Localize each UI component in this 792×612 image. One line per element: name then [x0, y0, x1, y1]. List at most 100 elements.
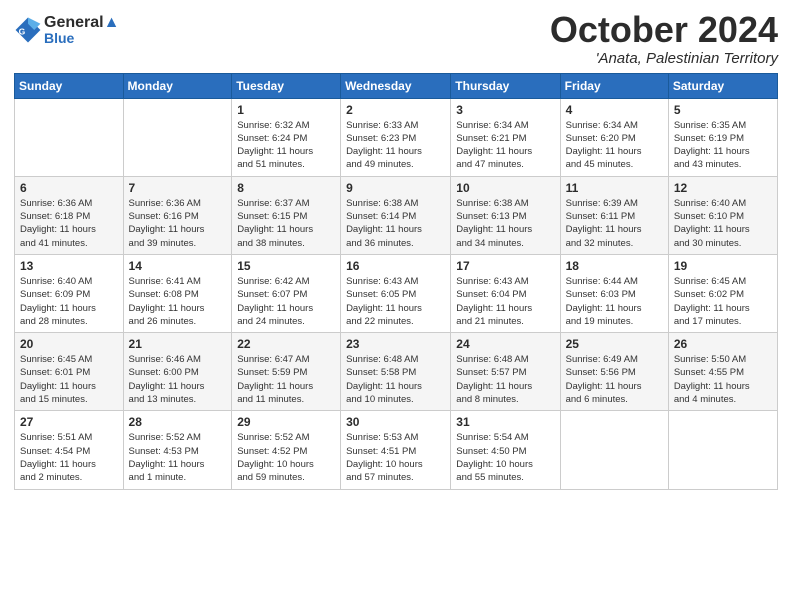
- title-block: October 2024 'Anata, Palestinian Territo…: [550, 10, 778, 67]
- day-info: Sunrise: 6:45 AM Sunset: 6:01 PM Dayligh…: [20, 353, 118, 406]
- day-info: Sunrise: 6:34 AM Sunset: 6:20 PM Dayligh…: [566, 119, 663, 172]
- month-title: October 2024: [550, 10, 778, 50]
- day-number: 6: [20, 181, 118, 195]
- calendar-cell-w5-d1: 27 Sunrise: 5:51 AM Sunset: 4:54 PM Dayli…: [15, 411, 124, 489]
- day-number: 4: [566, 103, 663, 117]
- day-number: 23: [346, 337, 445, 351]
- day-info: Sunrise: 6:36 AM Sunset: 6:18 PM Dayligh…: [20, 197, 118, 250]
- calendar-cell-w3-d3: 15 Sunrise: 6:42 AM Sunset: 6:07 PM Dayli…: [232, 254, 341, 332]
- calendar-cell-w4-d4: 23 Sunrise: 6:48 AM Sunset: 5:58 PM Dayli…: [341, 333, 451, 411]
- calendar-cell-w2-d3: 8 Sunrise: 6:37 AM Sunset: 6:15 PM Daylig…: [232, 176, 341, 254]
- day-number: 18: [566, 259, 663, 273]
- day-number: 25: [566, 337, 663, 351]
- day-number: 27: [20, 415, 118, 429]
- day-number: 5: [674, 103, 772, 117]
- calendar-cell-w3-d1: 13Sunrise: 6:40 AM Sunset: 6:09 PM Dayli…: [15, 254, 124, 332]
- calendar-cell-w3-d4: 16 Sunrise: 6:43 AM Sunset: 6:05 PM Dayli…: [341, 254, 451, 332]
- day-info: Sunrise: 6:42 AM Sunset: 6:07 PM Dayligh…: [237, 275, 335, 328]
- day-info: Sunrise: 6:34 AM Sunset: 6:21 PM Dayligh…: [456, 119, 554, 172]
- day-info: Sunrise: 6:45 AM Sunset: 6:02 PM Dayligh…: [674, 275, 772, 328]
- day-info: Sunrise: 6:39 AM Sunset: 6:11 PM Dayligh…: [566, 197, 663, 250]
- day-number: 2: [346, 103, 445, 117]
- day-info: Sunrise: 6:46 AM Sunset: 6:00 PM Dayligh…: [129, 353, 227, 406]
- day-info: Sunrise: 6:48 AM Sunset: 5:57 PM Dayligh…: [456, 353, 554, 406]
- day-info: Sunrise: 6:40 AM Sunset: 6:09 PM Dayligh…: [20, 275, 118, 328]
- day-number: 15: [237, 259, 335, 273]
- svg-text:G: G: [19, 27, 26, 37]
- day-number: 9: [346, 181, 445, 195]
- day-info: Sunrise: 6:35 AM Sunset: 6:19 PM Dayligh…: [674, 119, 772, 172]
- day-number: 28: [129, 415, 227, 429]
- calendar-cell-w1-d5: 3 Sunrise: 6:34 AM Sunset: 6:21 PM Daylig…: [451, 98, 560, 176]
- day-info: Sunrise: 6:43 AM Sunset: 6:04 PM Dayligh…: [456, 275, 554, 328]
- calendar-cell-w2-d4: 9Sunrise: 6:38 AM Sunset: 6:14 PM Daylig…: [341, 176, 451, 254]
- calendar-cell-w4-d5: 24 Sunrise: 6:48 AM Sunset: 5:57 PM Dayli…: [451, 333, 560, 411]
- calendar-cell-w3-d7: 19 Sunrise: 6:45 AM Sunset: 6:02 PM Dayli…: [668, 254, 777, 332]
- day-number: 1: [237, 103, 335, 117]
- day-number: 29: [237, 415, 335, 429]
- calendar-cell-w5-d6: [560, 411, 668, 489]
- day-info: Sunrise: 6:41 AM Sunset: 6:08 PM Dayligh…: [129, 275, 227, 328]
- day-info: Sunrise: 6:47 AM Sunset: 5:59 PM Dayligh…: [237, 353, 335, 406]
- day-info: Sunrise: 5:53 AM Sunset: 4:51 PM Dayligh…: [346, 431, 445, 484]
- day-number: 8: [237, 181, 335, 195]
- logo-text: General▲ Blue: [44, 14, 119, 46]
- day-info: Sunrise: 5:52 AM Sunset: 4:52 PM Dayligh…: [237, 431, 335, 484]
- calendar-cell-w1-d7: 5 Sunrise: 6:35 AM Sunset: 6:19 PM Daylig…: [668, 98, 777, 176]
- calendar-table: Sunday Monday Tuesday Wednesday Thursday…: [14, 73, 778, 490]
- day-info: Sunrise: 6:40 AM Sunset: 6:10 PM Dayligh…: [674, 197, 772, 250]
- calendar-cell-w5-d7: [668, 411, 777, 489]
- calendar-week-5: 27 Sunrise: 5:51 AM Sunset: 4:54 PM Dayli…: [15, 411, 778, 489]
- calendar-cell-w2-d2: 7 Sunrise: 6:36 AM Sunset: 6:16 PM Daylig…: [123, 176, 232, 254]
- day-number: 3: [456, 103, 554, 117]
- col-thursday: Thursday: [451, 73, 560, 98]
- day-number: 7: [129, 181, 227, 195]
- day-number: 26: [674, 337, 772, 351]
- day-number: 24: [456, 337, 554, 351]
- day-info: Sunrise: 6:48 AM Sunset: 5:58 PM Dayligh…: [346, 353, 445, 406]
- calendar-cell-w1-d6: 4 Sunrise: 6:34 AM Sunset: 6:20 PM Daylig…: [560, 98, 668, 176]
- page: G General▲ Blue October 2024 'Anata, Pal…: [0, 0, 792, 612]
- header: G General▲ Blue October 2024 'Anata, Pal…: [14, 10, 778, 67]
- day-number: 30: [346, 415, 445, 429]
- col-friday: Friday: [560, 73, 668, 98]
- day-number: 16: [346, 259, 445, 273]
- day-info: Sunrise: 5:51 AM Sunset: 4:54 PM Dayligh…: [20, 431, 118, 484]
- logo-icon: G: [14, 16, 42, 44]
- day-number: 17: [456, 259, 554, 273]
- calendar-cell-w4-d3: 22Sunrise: 6:47 AM Sunset: 5:59 PM Dayli…: [232, 333, 341, 411]
- day-info: Sunrise: 5:52 AM Sunset: 4:53 PM Dayligh…: [129, 431, 227, 484]
- calendar-header-row: Sunday Monday Tuesday Wednesday Thursday…: [15, 73, 778, 98]
- calendar-cell-w3-d6: 18 Sunrise: 6:44 AM Sunset: 6:03 PM Dayli…: [560, 254, 668, 332]
- calendar-cell-w1-d3: 1 Sunrise: 6:32 AM Sunset: 6:24 PM Daylig…: [232, 98, 341, 176]
- day-info: Sunrise: 6:37 AM Sunset: 6:15 PM Dayligh…: [237, 197, 335, 250]
- day-info: Sunrise: 6:36 AM Sunset: 6:16 PM Dayligh…: [129, 197, 227, 250]
- calendar-cell-w5-d4: 30 Sunrise: 5:53 AM Sunset: 4:51 PM Dayli…: [341, 411, 451, 489]
- col-tuesday: Tuesday: [232, 73, 341, 98]
- col-wednesday: Wednesday: [341, 73, 451, 98]
- calendar-cell-w3-d2: 14 Sunrise: 6:41 AM Sunset: 6:08 PM Dayli…: [123, 254, 232, 332]
- day-number: 19: [674, 259, 772, 273]
- day-info: Sunrise: 6:32 AM Sunset: 6:24 PM Dayligh…: [237, 119, 335, 172]
- day-number: 14: [129, 259, 227, 273]
- day-info: Sunrise: 6:49 AM Sunset: 5:56 PM Dayligh…: [566, 353, 663, 406]
- calendar-week-2: 6 Sunrise: 6:36 AM Sunset: 6:18 PM Daylig…: [15, 176, 778, 254]
- calendar-cell-w2-d1: 6 Sunrise: 6:36 AM Sunset: 6:18 PM Daylig…: [15, 176, 124, 254]
- day-number: 11: [566, 181, 663, 195]
- calendar-cell-w2-d6: 11 Sunrise: 6:39 AM Sunset: 6:11 PM Dayli…: [560, 176, 668, 254]
- calendar-cell-w2-d5: 10Sunrise: 6:38 AM Sunset: 6:13 PM Dayli…: [451, 176, 560, 254]
- calendar-week-3: 13Sunrise: 6:40 AM Sunset: 6:09 PM Dayli…: [15, 254, 778, 332]
- calendar-week-1: 1 Sunrise: 6:32 AM Sunset: 6:24 PM Daylig…: [15, 98, 778, 176]
- calendar-cell-w4-d1: 20Sunrise: 6:45 AM Sunset: 6:01 PM Dayli…: [15, 333, 124, 411]
- calendar-cell-w3-d5: 17 Sunrise: 6:43 AM Sunset: 6:04 PM Dayli…: [451, 254, 560, 332]
- day-info: Sunrise: 6:38 AM Sunset: 6:13 PM Dayligh…: [456, 197, 554, 250]
- calendar-cell-w5-d3: 29 Sunrise: 5:52 AM Sunset: 4:52 PM Dayli…: [232, 411, 341, 489]
- calendar-cell-w1-d1: [15, 98, 124, 176]
- calendar-cell-w2-d7: 12Sunrise: 6:40 AM Sunset: 6:10 PM Dayli…: [668, 176, 777, 254]
- day-info: Sunrise: 6:43 AM Sunset: 6:05 PM Dayligh…: [346, 275, 445, 328]
- calendar-cell-w1-d2: [123, 98, 232, 176]
- day-info: Sunrise: 6:44 AM Sunset: 6:03 PM Dayligh…: [566, 275, 663, 328]
- calendar-cell-w5-d5: 31Sunrise: 5:54 AM Sunset: 4:50 PM Dayli…: [451, 411, 560, 489]
- calendar-week-4: 20Sunrise: 6:45 AM Sunset: 6:01 PM Dayli…: [15, 333, 778, 411]
- location: 'Anata, Palestinian Territory: [550, 50, 778, 67]
